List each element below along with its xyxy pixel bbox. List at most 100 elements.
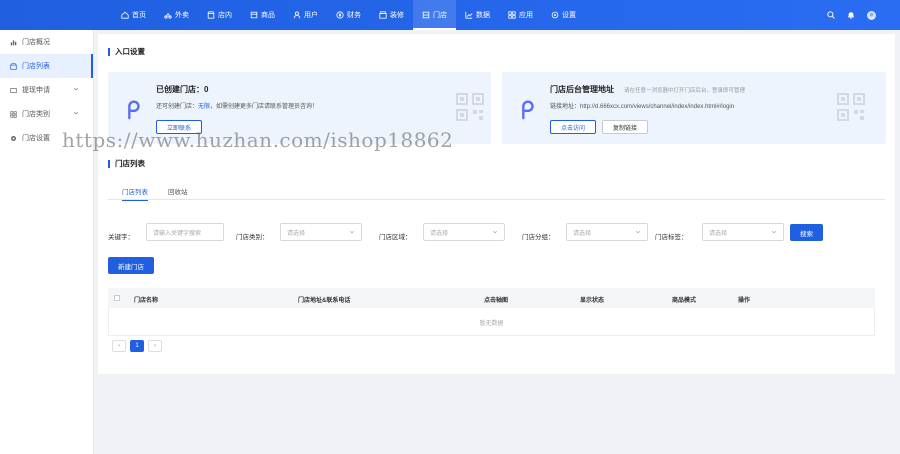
text-prefix: 还可创建门店： <box>156 104 199 110</box>
tag-select[interactable]: 请选择 <box>702 223 784 241</box>
nav-item-label: 装修 <box>390 12 404 19</box>
region-label: 门店区域： <box>379 234 412 241</box>
nav-item[interactable]: 门店 <box>413 0 456 30</box>
column-header: 显示状态 <box>580 298 605 304</box>
bar-chart-icon <box>10 39 17 45</box>
tab-recycle-bin[interactable]: 回收站 <box>168 186 188 200</box>
select-placeholder: 请选择 <box>709 230 728 237</box>
bell-icon[interactable] <box>847 11 855 19</box>
nav-item[interactable]: 店内 <box>198 0 241 30</box>
nav-item[interactable]: 数据 <box>456 0 499 30</box>
list-tabs: 门店列表 回收站 <box>108 184 885 201</box>
nav-item[interactable]: 商品 <box>241 0 284 30</box>
copy-link-button[interactable]: 复制链接 <box>602 120 648 134</box>
nav-item-label: 用户 <box>304 12 318 19</box>
column-header: 操作 <box>738 298 751 304</box>
chevron-down-icon <box>73 87 79 91</box>
store-table: 门店名称 门店地址&联系电话 点击轴图 显示状态 商品模式 操作 暂无数据 <box>108 288 875 336</box>
chart-icon <box>465 11 473 19</box>
search-icon[interactable] <box>827 11 835 19</box>
nav-item-label: 数据 <box>476 12 490 19</box>
keyword-input[interactable]: 请输入关键字搜索 <box>146 223 224 241</box>
nav-item-label: 首页 <box>132 12 146 19</box>
empty-state-text: 暂无数据 <box>479 321 504 327</box>
user-icon <box>293 11 301 19</box>
nav-item[interactable]: 外卖 <box>155 0 198 30</box>
nav-item[interactable]: 设置 <box>542 0 585 30</box>
main-panel: 入口设置 已创建门店：0 还可创建门店：无限，如需创建更多门店请联系管理员咨询！… <box>98 34 895 374</box>
add-store-button[interactable]: 新建门店 <box>108 257 154 274</box>
next-page-button[interactable]: › <box>148 340 162 352</box>
top-right-tools <box>827 0 876 30</box>
page-number-button[interactable]: 1 <box>130 340 144 352</box>
group-label: 门店分组： <box>522 234 555 241</box>
sidebar-item-label: 门店列表 <box>22 63 50 70</box>
decorate-icon <box>379 11 387 19</box>
select-placeholder: 请选择 <box>573 230 592 237</box>
settings-icon <box>551 11 559 19</box>
top-navigation-bar: 首页 外卖 店内 商品 用户 财务 装修 门店 数据 应用 设置 <box>0 0 900 30</box>
nav-item[interactable]: 财务 <box>327 0 370 30</box>
sidebar-item-category[interactable]: 门店类别 <box>0 102 93 126</box>
qr-code-icon <box>837 93 865 121</box>
column-header: 商品模式 <box>672 298 697 304</box>
created-stores-title: 已创建门店：0 <box>156 85 209 94</box>
shop-icon <box>422 11 430 19</box>
store-icon <box>207 11 215 19</box>
select-placeholder: 请选择 <box>430 230 449 237</box>
created-stores-text: 还可创建门店：无限，如需创建更多门店请联系管理员咨询！ <box>156 101 318 110</box>
region-select[interactable]: 请选择 <box>423 223 505 241</box>
keyword-label: 关键字： <box>108 234 134 241</box>
column-header: 门店名称 <box>134 298 159 304</box>
app-logo-icon <box>128 100 140 120</box>
chevron-down-icon <box>349 230 355 234</box>
nav-item-label: 外卖 <box>175 12 189 19</box>
category-select[interactable]: 请选择 <box>280 223 362 241</box>
backend-hint: 请在任意一浏览器中打开门店后台，登录即可管理 <box>624 88 746 94</box>
select-all-checkbox[interactable] <box>114 295 120 301</box>
chevron-down-icon <box>635 230 641 234</box>
nav-item-label: 商品 <box>261 12 275 19</box>
nav-item[interactable]: 用户 <box>284 0 327 30</box>
avatar[interactable] <box>867 10 876 20</box>
main-nav: 首页 外卖 店内 商品 用户 财务 装修 门店 数据 应用 设置 <box>112 0 585 30</box>
apps-icon <box>508 11 516 19</box>
list-section-title: 门店列表 <box>108 160 145 168</box>
category-label: 门店类别： <box>236 234 269 241</box>
nav-item[interactable]: 应用 <box>499 0 542 30</box>
column-header: 门店地址&联系电话 <box>298 298 351 304</box>
nav-item[interactable]: 首页 <box>112 0 155 30</box>
search-button[interactable]: 搜索 <box>790 224 823 241</box>
tab-store-list[interactable]: 门店列表 <box>122 186 148 201</box>
backend-link-text: 链接地址：http://d.666xcx.com/views/channel/i… <box>550 104 735 110</box>
grid-icon <box>10 110 17 118</box>
sidebar-item-overview[interactable]: 门店概况 <box>0 30 93 54</box>
chevron-down-icon <box>73 111 79 115</box>
column-header: 点击轴图 <box>484 298 509 304</box>
home-icon <box>121 11 129 19</box>
sidebar-item-label: 门店概况 <box>22 39 50 46</box>
sidebar-item-label: 门店类别 <box>22 111 50 118</box>
sidebar-item-store-list[interactable]: 门店列表 <box>0 54 93 78</box>
table-header: 门店名称 门店地址&联系电话 点击轴图 显示状态 商品模式 操作 <box>108 288 875 308</box>
group-select[interactable]: 请选择 <box>566 223 648 241</box>
prev-page-button[interactable]: ‹ <box>112 340 126 352</box>
unlimited-highlight: 无限 <box>198 104 211 110</box>
backend-address-title: 门店后台管理地址 <box>550 85 614 94</box>
goods-icon <box>250 11 258 19</box>
sidebar: 门店概况 门店列表 提现申请 门店类别 门店设置 <box>0 30 94 454</box>
app-logo-icon <box>522 100 534 120</box>
select-placeholder: 请选择 <box>287 230 306 237</box>
gear-icon <box>11 135 16 141</box>
nav-item[interactable]: 装修 <box>370 0 413 30</box>
store-backend-card: 门店后台管理地址 请在任意一浏览器中打开门店后台，登录即可管理 链接地址：htt… <box>502 72 886 144</box>
visit-button[interactable]: 点击访问 <box>550 120 596 134</box>
chevron-down-icon <box>492 230 498 234</box>
watermark-text: https://www.huzhan.com/ishop18862 <box>62 128 454 152</box>
sidebar-item-withdraw[interactable]: 提现申请 <box>0 78 93 102</box>
qr-code-icon <box>456 93 484 121</box>
nav-item-label: 店内 <box>218 12 232 19</box>
wallet-icon <box>10 87 17 93</box>
nav-item-label: 财务 <box>347 12 361 19</box>
nav-item-label: 门店 <box>433 12 447 19</box>
